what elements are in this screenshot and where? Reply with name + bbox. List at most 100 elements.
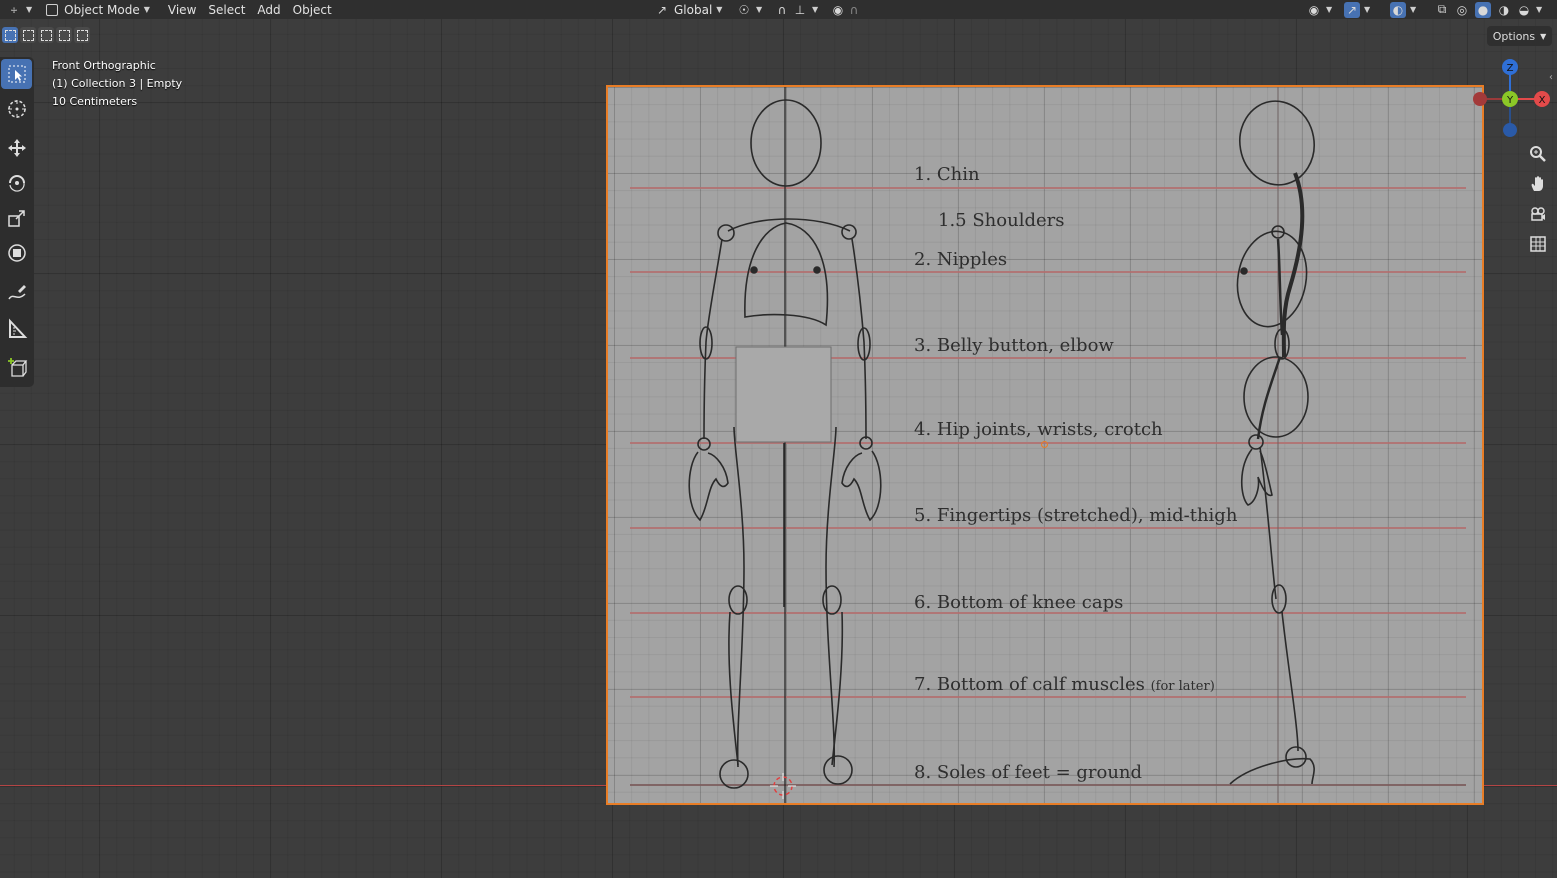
chevron-down-icon: ▼ [26, 5, 33, 14]
tool-move[interactable] [1, 133, 32, 163]
camera-view-button[interactable] [1525, 201, 1551, 227]
snap-increment-icon: ⊥ [794, 2, 806, 17]
options-label: Options [1492, 29, 1536, 43]
chevron-down-icon: ▼ [756, 5, 763, 14]
options-button[interactable]: Options ▼ [1487, 26, 1552, 46]
scale-icon [7, 210, 25, 227]
overlays-icon: ◐ [1390, 1, 1406, 18]
gizmo-toggle[interactable]: ↗ ▼ [1338, 0, 1376, 19]
guide-label-knees: 6. Bottom of knee caps [914, 592, 1124, 613]
select-subtract-button[interactable] [38, 27, 54, 43]
xray-icon: ⧉ [1437, 2, 1447, 16]
toggle-perspective-button[interactable] [1525, 231, 1551, 257]
chevron-down-icon: ▼ [1410, 5, 1417, 14]
gizmo-y-label: Y [1506, 95, 1514, 106]
guide-label-calves: 7. Bottom of calf muscles (for later) [914, 674, 1215, 695]
front-figure-sketch [688, 87, 882, 803]
menu-add[interactable]: Add [251, 0, 286, 19]
chevron-down-icon: ▼ [1364, 5, 1371, 14]
object-origin-dot [1041, 441, 1048, 448]
sidebar-toggle-arrow-icon[interactable]: ‹ [1549, 72, 1553, 83]
tool-select-box[interactable] [1, 59, 32, 89]
move-icon [7, 139, 26, 157]
scale-info: 10 Centimeters [52, 95, 138, 108]
guide-label-hips: 4. Hip joints, wrists, crotch [914, 419, 1163, 440]
chevron-down-icon: ▼ [1540, 31, 1547, 41]
tool-rotate[interactable] [1, 168, 32, 198]
select-intersect-icon [76, 29, 88, 41]
zoom-button[interactable] [1525, 141, 1551, 167]
select-new-icon [4, 29, 16, 41]
editor-type-icon: ⧾ [10, 2, 17, 16]
viewport-header: ⧾ ▼ Object Mode ▼ View Select Add Object … [0, 0, 1557, 19]
chevron-down-icon: ▼ [716, 5, 723, 14]
cursor-icon [7, 100, 26, 118]
selection-mode-group [2, 27, 90, 43]
tool-shelf [0, 57, 34, 387]
viewport-info: Front Orthographic (1) Collection 3 | Em… [52, 57, 182, 111]
tool-add-cube[interactable] [1, 353, 32, 383]
grid-icon [1530, 236, 1546, 252]
editor-type-button[interactable]: ⧾ ▼ [0, 0, 38, 19]
proportional-edit-toggle[interactable]: ◉ ∩ [824, 0, 868, 19]
select-invert-button[interactable] [56, 27, 72, 43]
proportional-edit-icon: ◉ [832, 2, 844, 17]
guide-label-calves-note: (for later) [1150, 679, 1215, 694]
shading-rendered[interactable]: ◒ ▼ [1514, 0, 1544, 19]
material-shading-icon: ◑ [1498, 2, 1510, 17]
menu-object[interactable]: Object [287, 0, 338, 19]
guide-label-fingertips: 5. Fingertips (stretched), mid-thigh [914, 505, 1238, 526]
gizmo-z-label: Z [1507, 63, 1514, 74]
tool-annotate[interactable] [1, 278, 32, 308]
zoom-icon [1530, 146, 1546, 162]
pan-button[interactable] [1525, 171, 1551, 197]
rendered-shading-icon: ◒ [1518, 2, 1530, 17]
guide-label-shoulders: 1.5 Shoulders [938, 210, 1065, 231]
shading-wireframe[interactable]: ◎ [1452, 0, 1472, 19]
collection-info: (1) Collection 3 | Empty [52, 77, 183, 90]
add-cube-icon [7, 358, 27, 377]
3d-cursor-icon[interactable] [770, 773, 796, 799]
select-subtract-icon [40, 29, 52, 41]
pivot-icon: ☉ [738, 2, 750, 17]
tool-measure[interactable] [1, 314, 32, 344]
shading-material[interactable]: ◑ [1494, 0, 1514, 19]
annotate-icon [7, 285, 26, 300]
rotate-icon [8, 175, 25, 192]
guide-label-calves-text: 7. Bottom of calf muscles [914, 674, 1145, 695]
gizmo-x-label: X [1539, 95, 1546, 106]
visibility-button[interactable]: ◉ ▼ [1300, 0, 1338, 19]
orientation-label: Global [674, 2, 713, 17]
select-box-icon [8, 65, 25, 83]
select-new-button[interactable] [2, 27, 18, 43]
chevron-down-icon: ▼ [812, 5, 819, 14]
gizmo-neg-x-handle[interactable] [1473, 92, 1487, 106]
guide-label-nipples: 2. Nipples [914, 249, 1008, 270]
transform-icon [7, 244, 26, 262]
overlays-toggle[interactable]: ◐ ▼ [1384, 0, 1422, 19]
pivot-point-button[interactable]: ☉ ▼ [730, 0, 768, 19]
shading-solid[interactable]: ● [1473, 0, 1493, 19]
solid-shading-icon: ● [1475, 1, 1491, 18]
tool-transform[interactable] [1, 238, 32, 268]
navigation-gizmo[interactable]: Z X Y [1468, 56, 1554, 142]
tool-cursor[interactable] [1, 94, 32, 124]
mode-label: Object Mode [64, 2, 140, 17]
chevron-down-icon: ▼ [1326, 5, 1333, 14]
gizmo-neg-z-handle[interactable] [1503, 123, 1517, 137]
side-figure-sketch [1229, 87, 1315, 803]
select-extend-icon [22, 29, 34, 41]
tool-scale[interactable] [1, 203, 32, 233]
gizmo-icon: ↗ [1344, 1, 1360, 18]
menu-select[interactable]: Select [202, 0, 251, 19]
select-intersect-button[interactable] [74, 27, 90, 43]
menu-view[interactable]: View [162, 0, 202, 19]
mode-selector[interactable]: Object Mode ▼ [40, 0, 156, 19]
transform-orientation-selector[interactable]: ↗ Global ▼ [648, 0, 728, 19]
guide-label-belly: 3. Belly button, elbow [914, 335, 1114, 356]
snap-target-button[interactable]: ⊥ ▼ [786, 0, 824, 19]
object-mode-icon [46, 3, 59, 16]
wireframe-shading-icon: ◎ [1456, 2, 1468, 17]
view-name: Front Orthographic [52, 59, 156, 72]
select-extend-button[interactable] [20, 27, 36, 43]
